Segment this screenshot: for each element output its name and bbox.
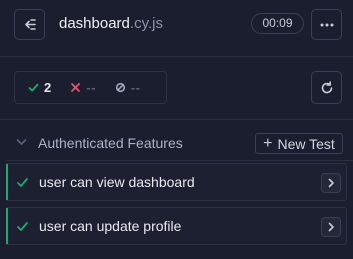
more-horizontal-icon <box>320 23 333 26</box>
test-status-bar <box>6 208 8 244</box>
more-options-button[interactable] <box>311 9 342 40</box>
open-test-button[interactable] <box>321 173 341 193</box>
chevron-right-icon <box>328 222 334 232</box>
test-title: user can view dashboard <box>39 174 195 190</box>
suite-title: Authenticated Features <box>38 135 183 151</box>
run-duration-badge: 00:09 <box>251 13 304 34</box>
stat-passed-count: 2 <box>44 80 52 95</box>
test-row[interactable]: user can view dashboard <box>6 163 347 201</box>
check-icon <box>17 222 28 231</box>
runner-panel: dashboard.cy.js 00:09 2 -- -- Authentica… <box>0 0 353 259</box>
spec-filename-base: dashboard <box>59 15 130 32</box>
rerun-icon <box>321 80 332 93</box>
chevron-right-icon <box>328 178 334 188</box>
stat-pending: -- <box>115 80 141 95</box>
header-divider <box>0 56 353 57</box>
stat-passed: 2 <box>28 80 51 95</box>
pending-icon <box>115 82 126 93</box>
spec-header: dashboard.cy.js 00:09 <box>0 0 353 48</box>
check-icon <box>28 83 39 92</box>
rerun-button[interactable] <box>311 71 342 104</box>
spec-filename-extension: .cy.js <box>129 15 163 32</box>
collapse-sidebar-icon <box>25 19 36 30</box>
stat-failed: -- <box>70 80 96 95</box>
new-test-button[interactable]: + New Test <box>255 133 343 154</box>
suite-divider <box>6 160 353 161</box>
suite-header[interactable]: Authenticated Features + New Test <box>0 130 353 156</box>
test-row[interactable]: user can update profile <box>6 207 347 245</box>
stat-pending-count: -- <box>130 80 141 95</box>
stats-divider <box>0 119 353 120</box>
test-stats-group: 2 -- -- <box>14 71 167 104</box>
plus-icon: + <box>263 134 273 152</box>
x-icon <box>71 83 81 92</box>
chevron-down-icon <box>16 139 27 145</box>
test-title: user can update profile <box>39 218 182 234</box>
open-test-button[interactable] <box>321 217 341 237</box>
stat-failed-count: -- <box>86 80 96 95</box>
check-icon <box>17 178 28 187</box>
test-status-bar <box>6 164 8 200</box>
spec-filename: dashboard.cy.js <box>59 15 163 33</box>
new-test-label: New Test <box>277 135 335 152</box>
collapse-sidebar-button[interactable] <box>14 9 45 40</box>
